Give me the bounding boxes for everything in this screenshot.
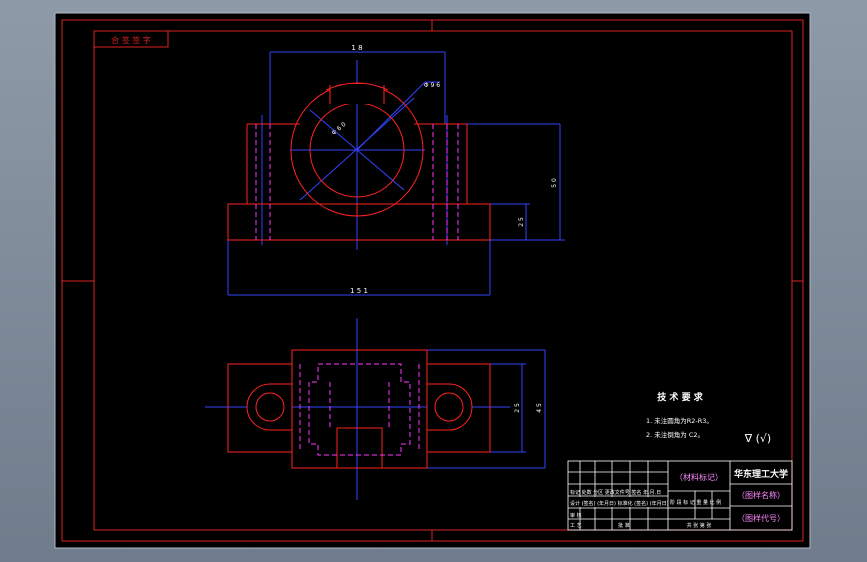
dim-right-height: 5 0 (551, 178, 558, 188)
tech-line2: 2. 未注倒角为 C2。 (646, 430, 704, 439)
roughness-symbol: ∇ (√) (744, 432, 771, 445)
cad-drawing-canvas[interactable]: 合 签 签 字 1 8 5 0 2 5 1 5 1 Φ 9 6 Φ 6 0 2 … (0, 0, 867, 562)
dim-plan-outer: 4 5 (536, 403, 543, 413)
title-sheet: 共 张 第 张 (687, 522, 712, 529)
title-row-labels2: 设计 (签名) (年月日) 标准化 (签名) (年月日) (570, 500, 669, 507)
dim-outer-diameter: Φ 9 6 (424, 82, 440, 89)
corner-label: 合 签 签 字 (111, 35, 151, 45)
tech-title: 技 术 要 求 (657, 391, 703, 403)
tech-line1: 1. 未注圆角为R2-R3。 (646, 416, 713, 425)
dim-bottom-width: 1 5 1 (350, 287, 368, 295)
title-craft: 工 艺 (570, 523, 582, 529)
title-material: （材料标记） (675, 472, 723, 482)
title-row-labels: 标记 处数 分区 更改文件号 签名 年.月.日 (570, 489, 661, 496)
title-drawing-name: （图样名称） (737, 490, 785, 500)
title-approve: 批 准 (618, 522, 630, 529)
title-stage-labels: 阶 段 标 记 重 量 比 例 (670, 499, 721, 506)
title-school: 华东理工大学 (734, 468, 788, 480)
title-drawing-code: （图样代号） (737, 513, 785, 523)
dim-right-small: 2 5 (518, 217, 525, 227)
dim-plan-inner: 2 5 (514, 403, 521, 413)
dim-top-width: 1 8 (351, 44, 362, 52)
title-audit: 审 核 (570, 512, 582, 519)
